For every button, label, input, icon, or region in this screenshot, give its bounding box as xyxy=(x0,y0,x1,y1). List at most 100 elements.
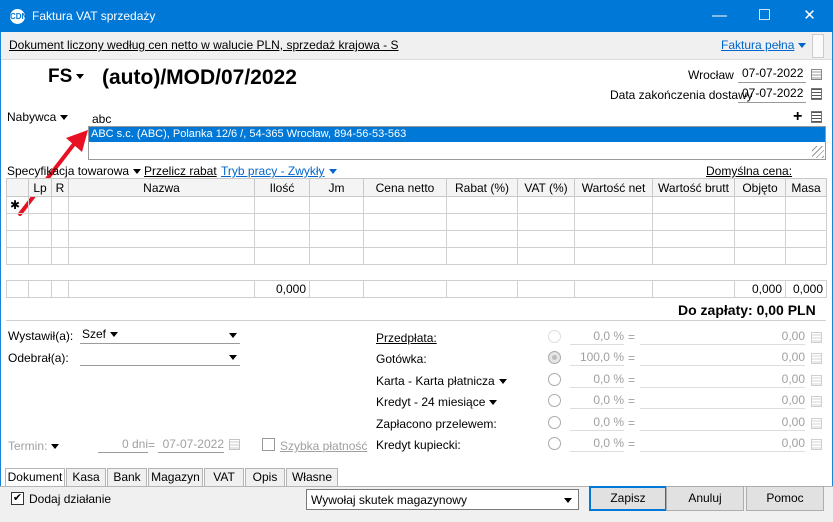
payment-label-card[interactable]: Karta - Karta płatnicza xyxy=(376,374,507,388)
payment-pct-transfer[interactable]: 0,0 % xyxy=(570,415,624,431)
tab-vat[interactable]: VAT xyxy=(204,468,244,487)
add-buyer-button[interactable]: + xyxy=(793,108,802,126)
chevron-down-icon[interactable] xyxy=(229,355,237,360)
tab-magazyn[interactable]: Magazyn xyxy=(148,468,203,487)
new-row-marker: ✱ xyxy=(6,196,29,214)
warehouse-action-select[interactable]: Wywołaj skutek magazynowy xyxy=(306,489,579,510)
items-table[interactable]: Lp R Nazwa Ilość Jm Cena netto Rabat (%)… xyxy=(6,178,827,265)
payment-radio-trade-credit[interactable] xyxy=(548,437,561,450)
term-days[interactable]: 0 dni xyxy=(98,437,148,453)
calculator-icon[interactable] xyxy=(811,439,822,450)
payment-pct-credit[interactable]: 0,0 % xyxy=(570,393,624,409)
received-by-dropdown[interactable] xyxy=(80,349,240,366)
column-header[interactable]: Masa xyxy=(785,178,827,197)
issue-date-field[interactable]: 07-07-2022 xyxy=(738,66,806,83)
invoice-mode-link[interactable]: Faktura pełna xyxy=(721,38,806,52)
recalc-discount-link[interactable]: Przelicz rabat xyxy=(144,164,217,178)
info-text: Dokument liczony według cen netto w walu… xyxy=(9,38,399,52)
payment-eq: = xyxy=(628,437,636,451)
prepayment-pct[interactable]: 0,0 % xyxy=(570,329,624,345)
column-header[interactable]: Cena netto xyxy=(363,178,447,197)
payment-pct-cash[interactable]: 100,0 % xyxy=(570,350,624,366)
save-button[interactable]: Zapisz xyxy=(589,486,667,511)
payment-radio-cash[interactable] xyxy=(548,351,561,364)
table-row[interactable] xyxy=(6,247,827,265)
prepayment-label[interactable]: Przedpłata: xyxy=(376,331,437,345)
chevron-down-icon[interactable] xyxy=(229,333,237,338)
add-action-label: Dodaj działanie xyxy=(29,492,112,506)
column-header[interactable]: Ilość xyxy=(254,178,310,197)
spec-dropdown[interactable]: Specyfikacja towarowa xyxy=(7,164,141,178)
close-button[interactable]: ✕ xyxy=(787,0,832,32)
calculator-icon[interactable] xyxy=(811,418,822,429)
calculator-icon[interactable] xyxy=(811,375,822,386)
add-action-checkbox[interactable]: ✔ xyxy=(11,492,24,505)
payment-amount-trade-credit[interactable]: 0,00 xyxy=(640,436,805,452)
tab-bank[interactable]: Bank xyxy=(107,468,147,487)
cancel-button[interactable]: Anuluj xyxy=(666,486,744,511)
column-header[interactable]: Objęto xyxy=(734,178,786,197)
quick-pay-checkbox[interactable] xyxy=(262,438,275,451)
prepayment-radio[interactable] xyxy=(548,330,561,343)
payment-label-cash: Gotówka: xyxy=(376,352,427,366)
calculator-icon[interactable] xyxy=(811,353,822,364)
payment-amount-cash[interactable]: 0,00 xyxy=(640,350,805,366)
payment-amount-credit[interactable]: 0,00 xyxy=(640,393,805,409)
term-date[interactable]: 07-07-2022 xyxy=(158,437,224,453)
calculator-icon[interactable] xyxy=(811,396,822,407)
table-row[interactable] xyxy=(6,230,827,248)
column-header[interactable]: Lp xyxy=(28,178,52,197)
buyer-suggestion-item[interactable]: ABC s.c. (ABC), Polanka 12/6 /, 54-365 W… xyxy=(89,127,825,142)
calendar-icon[interactable] xyxy=(229,439,240,450)
tab-opis[interactable]: Opis xyxy=(245,468,285,487)
info-bar: Dokument liczony według cen netto w walu… xyxy=(1,32,832,60)
buyer-list-icon[interactable] xyxy=(811,111,822,123)
tab-wlasne[interactable]: Własne xyxy=(286,468,338,487)
column-header[interactable]: Wartość brutt xyxy=(652,178,735,197)
payment-radio-card[interactable] xyxy=(548,373,561,386)
resize-grip[interactable] xyxy=(812,146,824,158)
issued-by-value: Szef xyxy=(82,327,107,341)
table-row[interactable] xyxy=(6,213,827,231)
issued-by-dropdown[interactable]: Szef xyxy=(80,327,240,344)
buyer-search-input[interactable]: abc xyxy=(92,112,111,126)
payment-amount-transfer[interactable]: 0,00 xyxy=(640,415,805,431)
delivery-date-field[interactable]: 07-07-2022 xyxy=(738,86,806,103)
payment-pct-card[interactable]: 0,0 % xyxy=(570,372,624,388)
calendar-icon[interactable] xyxy=(811,69,822,80)
calculator-icon[interactable] xyxy=(811,332,822,343)
table-row[interactable]: ✱ xyxy=(6,196,827,214)
work-mode-dropdown[interactable]: Tryb pracy - Zwykły xyxy=(221,164,337,178)
tab-dokument[interactable]: Dokument xyxy=(5,468,65,487)
payment-label-credit[interactable]: Kredyt - 24 miesiące xyxy=(376,395,497,409)
column-header[interactable]: Jm xyxy=(309,178,364,197)
sum-mass: 0,000 xyxy=(785,280,827,298)
payment-eq: = xyxy=(628,416,636,430)
maximize-button[interactable]: ☐ xyxy=(742,0,787,32)
doc-type-dropdown[interactable]: FS xyxy=(48,66,84,88)
prepayment-amount[interactable]: 0,00 xyxy=(640,329,805,345)
list-icon[interactable] xyxy=(811,88,822,100)
minimize-button[interactable]: — xyxy=(697,0,742,32)
buyer-dropdown[interactable]: Nabywca xyxy=(7,110,68,124)
quick-pay-label[interactable]: Szybka płatność xyxy=(280,439,367,453)
column-header[interactable]: Nazwa xyxy=(68,178,255,197)
received-by-label: Odebrał(a): xyxy=(8,351,69,365)
payment-pct-trade-credit[interactable]: 0,0 % xyxy=(570,436,624,452)
warehouse-action-value: Wywołaj skutek magazynowy xyxy=(311,493,467,507)
help-button[interactable]: Pomoc xyxy=(746,486,824,511)
payment-amount-card[interactable]: 0,00 xyxy=(640,372,805,388)
title-bar: CDN Faktura VAT sprzedaży — ☐ ✕ xyxy=(0,0,833,32)
payment-radio-credit[interactable] xyxy=(548,394,561,407)
payment-label-trade-credit: Kredyt kupiecki: xyxy=(376,438,461,452)
column-header[interactable]: VAT (%) xyxy=(517,178,575,197)
column-header[interactable]: Wartość net xyxy=(574,178,653,197)
column-header[interactable]: R xyxy=(51,178,69,197)
payment-label-transfer: Zapłacono przelewem: xyxy=(376,417,497,431)
column-header[interactable]: Rabat (%) xyxy=(446,178,518,197)
term-dropdown[interactable]: Termin: xyxy=(8,439,59,453)
info-scrollbar[interactable] xyxy=(812,34,824,58)
tab-kasa[interactable]: Kasa xyxy=(66,468,106,487)
table-header-row: Lp R Nazwa Ilość Jm Cena netto Rabat (%)… xyxy=(6,178,827,197)
payment-radio-transfer[interactable] xyxy=(548,416,561,429)
